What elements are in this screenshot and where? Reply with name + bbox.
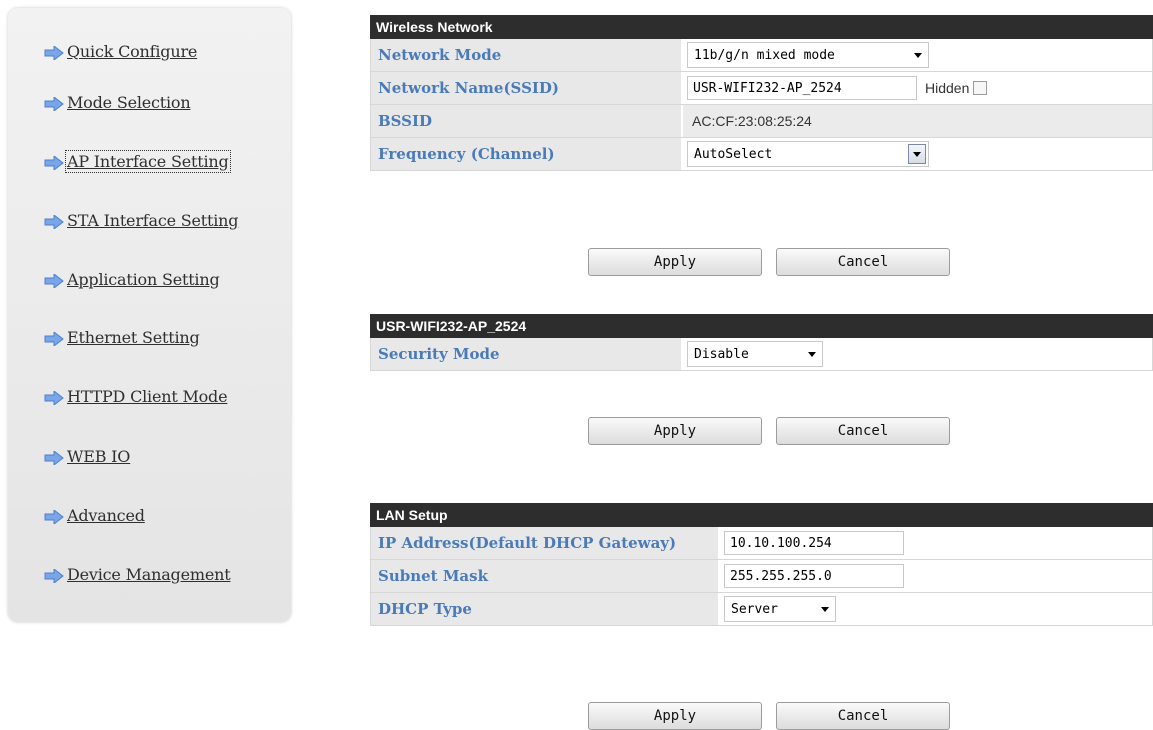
sidebar-item-label: Application Setting xyxy=(67,269,220,289)
sidebar-item-label: STA Interface Setting xyxy=(67,210,239,230)
sidebar-item-sta-interface-setting[interactable]: STA Interface Setting xyxy=(44,207,239,233)
arrow-right-icon xyxy=(44,46,64,60)
arrow-right-icon xyxy=(44,97,64,111)
network-mode-cell: 11b/g/n mixed mode xyxy=(683,39,1153,71)
network-mode-row: Network Mode 11b/g/n mixed mode xyxy=(370,39,1153,72)
arrow-right-icon xyxy=(44,215,64,229)
sidebar-item-application-setting[interactable]: Application Setting xyxy=(44,266,220,292)
sidebar-item-label: WEB IO xyxy=(67,446,131,466)
ip-address-label: IP Address(Default DHCP Gateway) xyxy=(370,527,720,559)
security-cancel-button[interactable]: Cancel xyxy=(776,417,950,445)
ssid-cell: USR-WIFI232-AP_2524 Hidden xyxy=(683,72,1153,104)
bssid-label: BSSID xyxy=(370,105,683,137)
security-panel: USR-WIFI232-AP_2524 Security Mode Disabl… xyxy=(370,314,1153,371)
hidden-label: Hidden xyxy=(925,80,970,96)
security-mode-label: Security Mode xyxy=(370,338,683,370)
wireless-network-panel: Wireless Network Network Mode 11b/g/n mi… xyxy=(370,15,1153,171)
frequency-cell: AutoSelect xyxy=(683,138,1153,170)
sidebar-item-ap-interface-setting[interactable]: AP Interface Setting xyxy=(44,148,231,174)
sidebar-item-device-management[interactable]: Device Management xyxy=(44,561,231,587)
lan-setup-panel: LAN Setup IP Address(Default DHCP Gatewa… xyxy=(370,503,1153,626)
dropdown-button[interactable] xyxy=(908,144,926,164)
chevron-down-icon xyxy=(821,606,829,612)
network-mode-select[interactable]: 11b/g/n mixed mode xyxy=(687,42,929,68)
panel-title: USR-WIFI232-AP_2524 xyxy=(370,314,1153,338)
subnet-mask-row: Subnet Mask 255.255.255.0 xyxy=(370,560,1153,593)
sidebar-item-label: Ethernet Setting xyxy=(67,327,200,347)
dhcp-type-label: DHCP Type xyxy=(370,593,720,625)
arrow-right-icon xyxy=(44,391,64,405)
ssid-input[interactable]: USR-WIFI232-AP_2524 xyxy=(687,76,917,100)
panel-title: LAN Setup xyxy=(370,503,1153,527)
sidebar-item-label: Quick Configure xyxy=(67,41,198,61)
security-mode-select[interactable]: Disable xyxy=(687,341,823,367)
sidebar-item-httpd-client-mode[interactable]: HTTPD Client Mode xyxy=(44,383,228,409)
arrow-right-icon xyxy=(44,274,64,288)
subnet-mask-label: Subnet Mask xyxy=(370,560,720,592)
sidebar-item-label: Advanced xyxy=(67,505,145,525)
wireless-apply-button[interactable]: Apply xyxy=(588,248,762,276)
sidebar-item-quick-configure[interactable]: Quick Configure xyxy=(44,38,197,64)
sidebar-item-label: Device Management xyxy=(67,564,231,584)
bssid-cell: AC:CF:23:08:25:24 xyxy=(683,105,1153,137)
sidebar-item-label: HTTPD Client Mode xyxy=(67,386,228,406)
ssid-label: Network Name(SSID) xyxy=(370,72,683,104)
security-mode-cell: Disable xyxy=(683,338,1153,370)
arrow-right-icon xyxy=(44,156,64,170)
chevron-down-icon xyxy=(913,151,921,157)
network-mode-value: 11b/g/n mixed mode xyxy=(694,47,835,63)
subnet-mask-cell: 255.255.255.0 xyxy=(720,560,1153,592)
ip-address-cell: 10.10.100.254 xyxy=(720,527,1153,559)
bssid-row: BSSID AC:CF:23:08:25:24 xyxy=(370,105,1153,138)
arrow-right-icon xyxy=(44,510,64,524)
sidebar-item-advanced[interactable]: Advanced xyxy=(44,502,145,528)
arrow-right-icon xyxy=(44,332,64,346)
sidebar-item-ethernet-setting[interactable]: Ethernet Setting xyxy=(44,324,200,350)
sidebar-item-mode-selection[interactable]: Mode Selection xyxy=(44,89,191,115)
bssid-value: AC:CF:23:08:25:24 xyxy=(692,113,812,129)
frequency-select[interactable]: AutoSelect xyxy=(687,141,929,167)
frequency-value: AutoSelect xyxy=(694,146,773,162)
lan-cancel-button[interactable]: Cancel xyxy=(776,702,950,730)
ssid-row: Network Name(SSID) USR-WIFI232-AP_2524 H… xyxy=(370,72,1153,105)
sidebar-item-web-io[interactable]: WEB IO xyxy=(44,443,130,469)
arrow-right-icon xyxy=(44,569,64,583)
dhcp-type-cell: Server xyxy=(720,593,1153,625)
subnet-mask-input[interactable]: 255.255.255.0 xyxy=(724,564,904,588)
chevron-down-icon xyxy=(914,52,922,58)
frequency-label: Frequency (Channel) xyxy=(370,138,683,170)
chevron-down-icon xyxy=(808,351,816,357)
dhcp-type-select[interactable]: Server xyxy=(724,596,836,622)
dhcp-type-row: DHCP Type Server xyxy=(370,593,1153,626)
arrow-right-icon xyxy=(44,451,64,465)
frequency-row: Frequency (Channel) AutoSelect xyxy=(370,138,1153,171)
ip-address-row: IP Address(Default DHCP Gateway) 10.10.1… xyxy=(370,527,1153,560)
lan-apply-button[interactable]: Apply xyxy=(588,702,762,730)
security-mode-value: Disable xyxy=(694,346,749,362)
network-mode-label: Network Mode xyxy=(370,39,683,71)
hidden-checkbox[interactable] xyxy=(973,81,988,95)
security-apply-button[interactable]: Apply xyxy=(588,417,762,445)
wireless-cancel-button[interactable]: Cancel xyxy=(776,248,950,276)
panel-title: Wireless Network xyxy=(370,15,1153,39)
sidebar-item-label: AP Interface Setting xyxy=(65,149,231,173)
sidebar-item-label: Mode Selection xyxy=(67,92,191,112)
security-mode-row: Security Mode Disable xyxy=(370,338,1153,371)
dhcp-type-value: Server xyxy=(731,601,778,617)
ip-address-input[interactable]: 10.10.100.254 xyxy=(724,531,904,555)
